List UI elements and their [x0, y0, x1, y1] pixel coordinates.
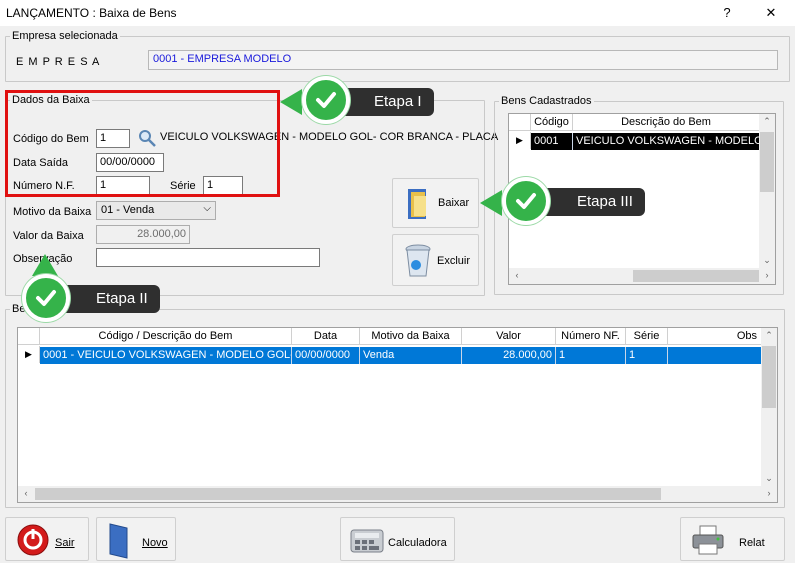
- bens-cadastrados-group-label: Bens Cadastrados: [501, 95, 592, 107]
- excluir-button[interactable]: Excluir: [392, 234, 479, 286]
- motivo-baixa-value: 01 - Venda: [101, 204, 155, 216]
- scroll-down-icon[interactable]: ⌄: [761, 473, 777, 484]
- scroll-down-icon[interactable]: ⌄: [759, 255, 775, 266]
- baixar-label: Baixar: [438, 197, 470, 209]
- folder-icon: [405, 187, 431, 224]
- bens-horizontal-scrollbar[interactable]: ‹ ›: [509, 268, 775, 284]
- baixas-hscroll-thumb[interactable]: [35, 488, 661, 500]
- bens-grid-header: Código Descrição do Bem: [509, 114, 759, 131]
- baixas-cell-obs: [668, 347, 761, 364]
- bens-col-descricao[interactable]: Descrição do Bem: [573, 114, 759, 131]
- motivo-baixa-label: Motivo da Baixa: [13, 206, 92, 218]
- close-button[interactable]: ✕: [757, 2, 785, 24]
- calculadora-label: Calculadora: [388, 537, 447, 549]
- baixas-col-obs[interactable]: Obs: [668, 328, 761, 345]
- etapa-ii-check-icon: [22, 274, 70, 322]
- baixas-vertical-scrollbar[interactable]: ⌃ ⌄: [761, 328, 777, 486]
- chevron-down-icon: ⌵: [203, 203, 211, 214]
- power-icon: [16, 523, 50, 560]
- etapa-i-check-icon: [302, 76, 350, 124]
- sair-button[interactable]: Sair: [5, 517, 89, 561]
- empresa-field: 0001 - EMPRESA MODELO: [148, 50, 778, 70]
- printer-icon: [691, 524, 725, 559]
- baixas-cell-motivo: Venda: [360, 347, 462, 364]
- baixas-col-bem[interactable]: Código / Descrição do Bem: [40, 328, 292, 345]
- scroll-up-icon[interactable]: ⌃: [759, 116, 775, 127]
- scroll-left-icon[interactable]: ‹: [509, 270, 525, 280]
- calculator-icon: [349, 524, 385, 559]
- etapa-iii-pointer: [480, 190, 502, 216]
- baixar-button[interactable]: Baixar: [392, 178, 479, 228]
- novo-label: Novo: [142, 537, 168, 549]
- baixas-cell-nf: 1: [556, 347, 626, 364]
- empresa-group-label: Empresa selecionada: [12, 30, 118, 42]
- baixas-grid-header: Código / Descrição do Bem Data Motivo da…: [18, 328, 761, 345]
- bens-cell-descricao: VEICULO VOLKSWAGEN - MODELO GOL: [573, 133, 759, 150]
- bens-cell-codigo: 0001: [531, 133, 573, 150]
- baixas-col-motivo[interactable]: Motivo da Baixa: [360, 328, 462, 345]
- bens-vertical-scrollbar[interactable]: ⌃ ⌄: [759, 114, 775, 268]
- bens-baixados-grid[interactable]: Código / Descrição do Bem Data Motivo da…: [17, 327, 778, 503]
- bens-vscroll-thumb[interactable]: [760, 132, 774, 192]
- baixas-cell-valor: 28.000,00: [462, 347, 556, 364]
- etapa-i-highlight-box: [5, 90, 280, 197]
- new-document-icon: [107, 522, 133, 563]
- calculadora-button[interactable]: Calculadora: [340, 517, 455, 561]
- bens-hscroll-thumb[interactable]: [633, 270, 759, 282]
- etapa-ii-pointer: [32, 254, 58, 276]
- baixas-col-valor[interactable]: Valor: [462, 328, 556, 345]
- relat-label: Relat: [739, 537, 765, 549]
- observacao-input[interactable]: [96, 248, 320, 267]
- baixas-cell-data: 00/00/0000: [292, 347, 360, 364]
- baixas-cell-bem: 0001 - VEICULO VOLKSWAGEN - MODELO GOL- …: [40, 347, 292, 364]
- motivo-baixa-select[interactable]: 01 - Venda ⌵: [96, 201, 216, 220]
- empresa-label: E M P R E S A: [16, 56, 101, 68]
- baixas-col-data[interactable]: Data: [292, 328, 360, 345]
- etapa-i-pointer: [280, 89, 302, 115]
- novo-button[interactable]: Novo: [96, 517, 176, 561]
- baixas-horizontal-scrollbar[interactable]: ‹ ›: [18, 486, 777, 502]
- excluir-label: Excluir: [437, 255, 471, 267]
- table-row[interactable]: 0001 VEICULO VOLKSWAGEN - MODELO GOL: [531, 133, 759, 150]
- table-row[interactable]: 0001 - VEICULO VOLKSWAGEN - MODELO GOL- …: [40, 347, 761, 364]
- trash-icon: [403, 243, 433, 282]
- baixas-col-nf[interactable]: Número NF.: [556, 328, 626, 345]
- valor-baixa-label: Valor da Baixa: [13, 230, 84, 242]
- window-title: LANÇAMENTO : Baixa de Bens: [6, 6, 177, 20]
- valor-baixa-input[interactable]: 28.000,00: [96, 225, 190, 244]
- sair-label: Sair: [55, 537, 75, 549]
- scroll-up-icon[interactable]: ⌃: [761, 330, 777, 341]
- baixas-col-serie[interactable]: Série: [626, 328, 668, 345]
- row-indicator-icon: ▶: [509, 132, 531, 149]
- scroll-right-icon[interactable]: ›: [761, 488, 777, 498]
- bens-col-codigo[interactable]: Código: [531, 114, 573, 131]
- baixas-cell-serie: 1: [626, 347, 668, 364]
- help-button[interactable]: ?: [713, 2, 741, 24]
- row-indicator-icon: ▶: [18, 346, 40, 363]
- scroll-right-icon[interactable]: ›: [759, 270, 775, 280]
- scroll-left-icon[interactable]: ‹: [18, 488, 34, 498]
- baixas-vscroll-thumb[interactable]: [762, 346, 776, 408]
- etapa-iii-check-icon: [502, 177, 550, 225]
- relatorio-button[interactable]: Relat: [680, 517, 785, 561]
